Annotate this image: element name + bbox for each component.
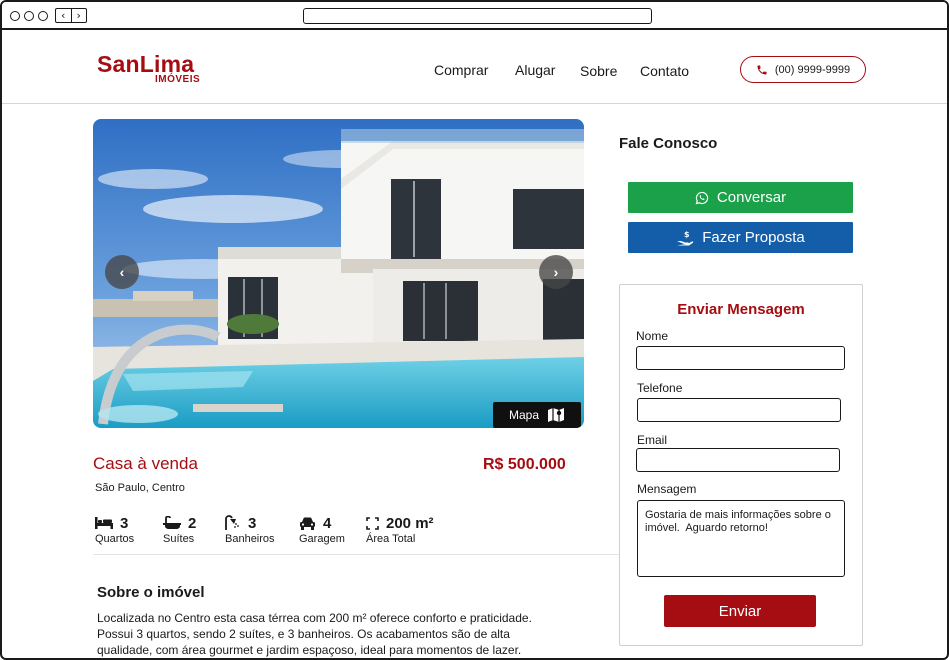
nav-link-sobre[interactable]: Sobre (580, 63, 617, 79)
email-label: Email (637, 433, 668, 447)
feature-value: 2 (188, 514, 197, 532)
phone-label: Telefone (637, 381, 683, 395)
nav-link-alugar[interactable]: Alugar (515, 62, 555, 78)
logo-name: SanLima (97, 51, 195, 77)
area-icon (366, 516, 379, 530)
phone-field[interactable] (637, 398, 841, 422)
property-price: R$ 500.000 (483, 456, 566, 473)
feature-label: Banheiros (225, 533, 275, 545)
message-field[interactable]: Gostaria de mais informações sobre o imó… (637, 500, 845, 577)
phone-number: (00) 9999-9999 (774, 63, 851, 76)
bathtub-icon (163, 516, 181, 529)
feature-label: Garagem (299, 533, 345, 545)
feature-value: 4 (323, 514, 332, 532)
feature-value: 3 (248, 514, 257, 532)
svg-text:$: $ (684, 230, 690, 239)
send-button[interactable]: Enviar (664, 595, 816, 627)
map-label: Mapa (508, 408, 540, 422)
feature-suites: 2 Suítes (163, 514, 196, 545)
address-bar[interactable] (303, 8, 652, 24)
browser-nav-buttons: ‹ › (55, 8, 87, 23)
logo-subtitle: IMÓVEIS (155, 74, 201, 85)
bed-icon (95, 517, 113, 529)
carousel-prev-button[interactable]: ‹ (105, 255, 139, 289)
feature-value: 200 m² (386, 514, 434, 532)
carousel-next-button[interactable]: › (539, 255, 573, 289)
about-title: Sobre o imóvel (97, 584, 205, 601)
phone-icon (757, 65, 767, 74)
proposal-label: Fazer Proposta (702, 229, 805, 246)
window-control-dot[interactable] (24, 11, 34, 21)
name-field[interactable] (636, 346, 845, 370)
map-icon (548, 408, 565, 422)
form-title: Enviar Mensagem (677, 301, 805, 318)
feature-value: 3 (120, 514, 129, 532)
whatsapp-button[interactable]: Conversar (628, 182, 853, 213)
window-control-dot[interactable] (38, 11, 48, 21)
property-location: São Paulo, Centro (95, 482, 185, 494)
logo[interactable]: SanLima IMÓVEIS (97, 51, 200, 85)
whatsapp-label: Conversar (716, 189, 787, 206)
chevron-right-icon: › (553, 264, 559, 280)
feature-area: 200 m² Área Total (366, 514, 434, 546)
proposal-button[interactable]: $ Fazer Proposta (628, 222, 853, 253)
nav-link-contato[interactable]: Contato (640, 63, 689, 79)
message-label: Mensagem (637, 482, 697, 496)
property-photo-carousel: ‹ › Mapa (93, 119, 584, 428)
feature-label: Suítes (163, 533, 195, 545)
back-icon[interactable]: ‹ (56, 9, 72, 22)
feature-bedrooms: 3 Quartos (95, 514, 134, 545)
about-text: Localizada no Centro esta casa térrea co… (97, 611, 532, 657)
feature-label: Área Total (366, 533, 416, 545)
map-button[interactable]: Mapa (493, 402, 581, 428)
hand-money-icon: $ (677, 230, 694, 245)
window-control-dot[interactable] (10, 11, 20, 21)
contact-title: Fale Conosco (619, 135, 718, 152)
email-field[interactable] (636, 448, 840, 472)
site-header: SanLima IMÓVEIS Comprar Alugar Sobre Con… (2, 30, 947, 104)
divider (93, 554, 619, 555)
feature-label: Quartos (95, 533, 135, 545)
car-icon (300, 517, 315, 530)
feature-bathrooms: 3 Banheiros (225, 514, 275, 546)
shower-icon (225, 515, 239, 530)
forward-icon[interactable]: › (72, 9, 87, 22)
browser-toolbar: ‹ › (2, 2, 947, 30)
chevron-left-icon: ‹ (119, 264, 125, 280)
message-form: Enviar Mensagem Nome Telefone Email Mens… (619, 284, 863, 646)
whatsapp-icon (695, 191, 709, 204)
browser-window: ‹ › SanLima IMÓVEIS Comprar Alugar Sobre… (0, 0, 949, 660)
property-photo (93, 119, 584, 428)
feature-garage: 4 Garagem (299, 514, 345, 546)
phone-button[interactable]: (00) 9999-9999 (740, 56, 866, 83)
nav-link-comprar[interactable]: Comprar (434, 62, 488, 78)
property-title: Casa à venda (93, 454, 198, 473)
name-label: Nome (636, 329, 669, 343)
